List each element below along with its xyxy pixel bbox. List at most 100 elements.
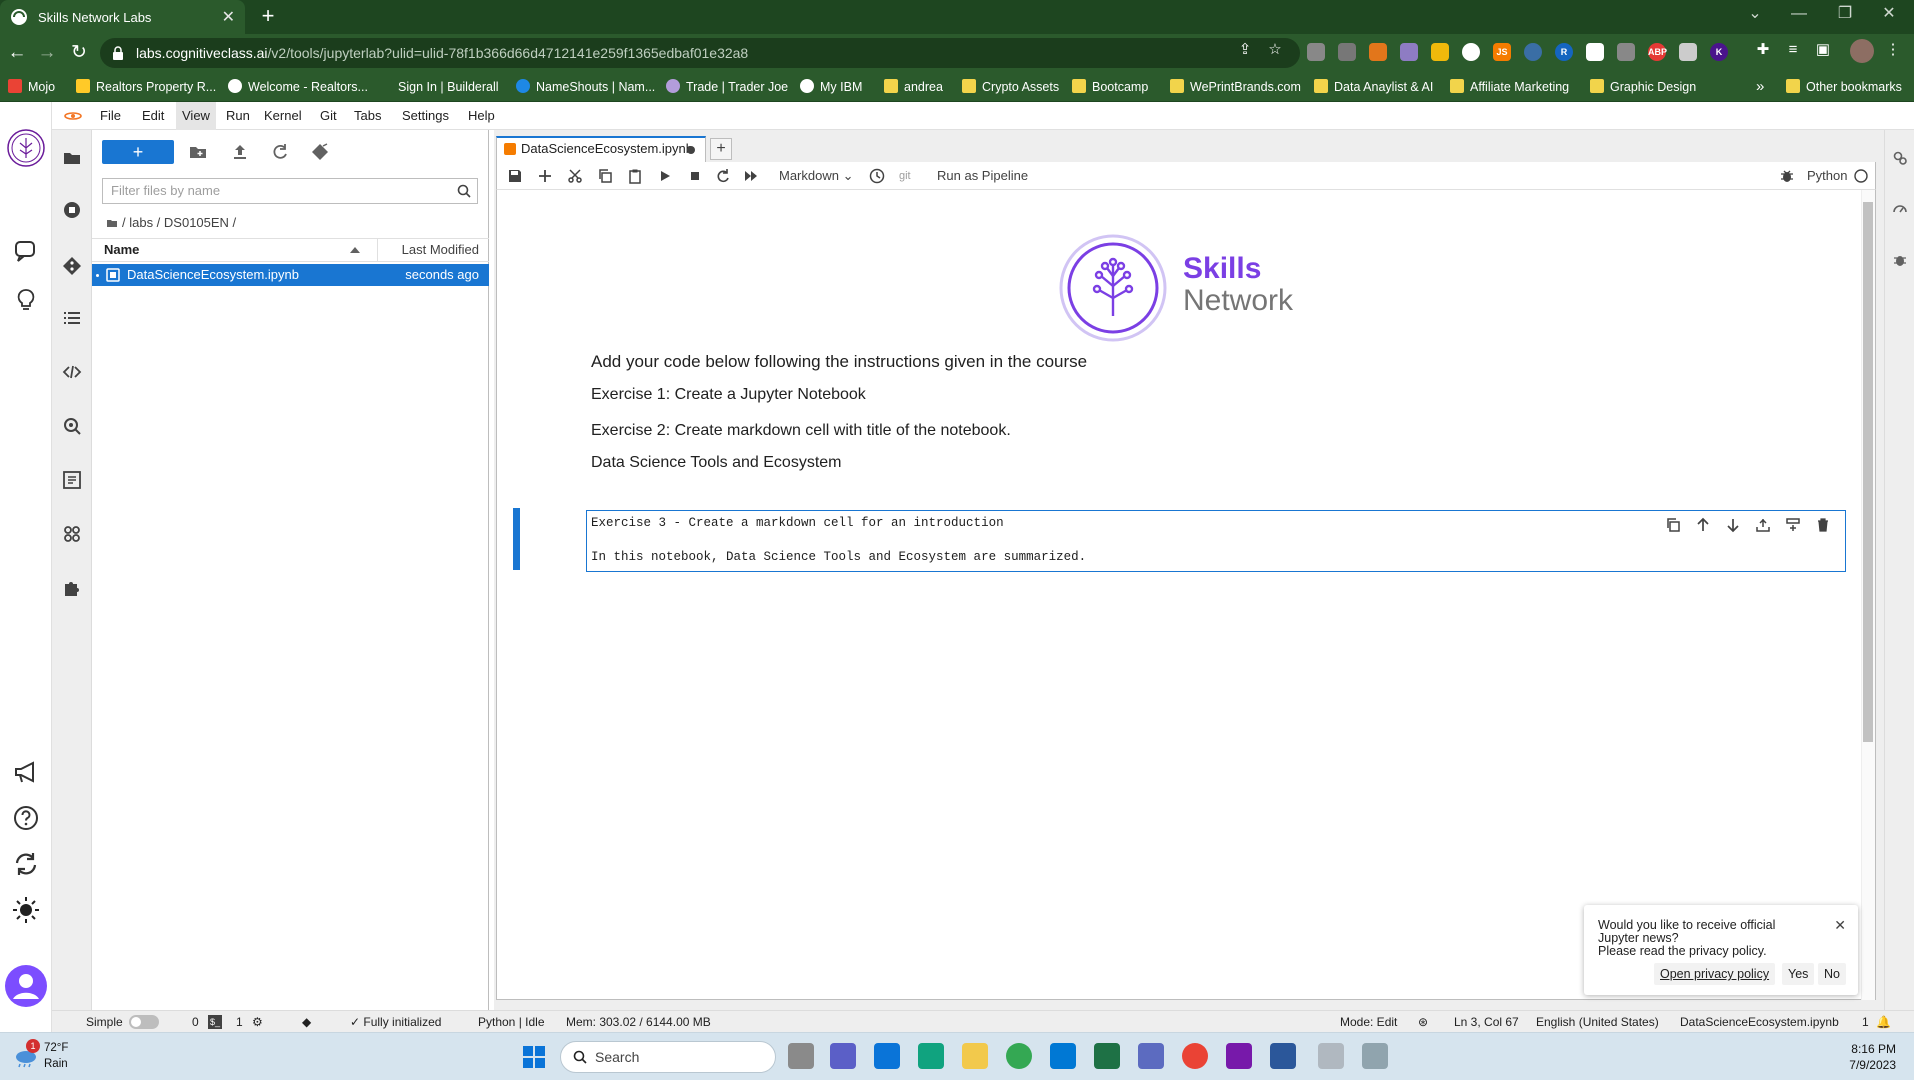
kernel-gear-icon[interactable]: ⚙ [252,1011,263,1033]
restart-kernel-icon[interactable] [715,168,731,184]
debugger-icon[interactable] [1892,252,1908,268]
trusted-icon[interactable]: ⊛ [1418,1011,1428,1033]
browser-menu-icon[interactable]: ⋮ [1884,41,1902,59]
property-inspector-icon[interactable] [62,416,82,436]
spellcheck-language[interactable]: English (United States) [1536,1011,1659,1033]
bookmark-folder[interactable]: Graphic Design [1590,72,1696,102]
chat-icon[interactable] [10,234,42,266]
extension-panel-icon[interactable] [62,470,82,490]
bookmark-item[interactable]: Sign In | Builderall [378,72,499,102]
app-icon[interactable] [1362,1043,1388,1069]
notebook-scrollbar-thumb[interactable] [1863,202,1873,742]
minimize-button[interactable]: — [1774,0,1824,30]
running-kernels-icon[interactable] [62,200,82,220]
resource-gauge-icon[interactable] [1892,200,1908,216]
kernel-status[interactable]: Python | Idle [478,1011,545,1033]
refresh-icon[interactable] [270,142,290,162]
simple-mode-toggle[interactable]: Simple [86,1011,159,1033]
file-filter-input[interactable]: Filter files by name [102,178,478,204]
camera-extension-icon[interactable] [1338,43,1356,61]
onenote-icon[interactable] [1226,1043,1252,1069]
menu-git[interactable]: Git [314,102,343,130]
folder-icon[interactable] [62,148,82,168]
file-row[interactable]: DataScienceEcosystem.ipynb seconds ago [92,264,489,286]
other-bookmarks-folder[interactable]: Other bookmarks [1786,72,1902,102]
adblock-icon[interactable]: ABP [1648,43,1667,61]
unsaved-changes-icon[interactable] [687,146,695,154]
extension-icon[interactable] [1617,43,1635,61]
binance-icon[interactable] [1431,43,1449,61]
bookmark-star-icon[interactable]: ☆ [1266,41,1284,59]
breadcrumb[interactable]: / labs / DS0105EN / [106,214,236,232]
open-privacy-policy-button[interactable]: Open privacy policy [1654,963,1776,985]
menu-help[interactable]: Help [462,102,501,130]
new-tab-button[interactable]: + [255,4,281,30]
lightbulb-icon[interactable] [10,284,42,316]
qr-extension-icon[interactable] [1586,43,1604,61]
debugger-bug-icon[interactable] [1779,168,1795,184]
cursor-position[interactable]: Ln 3, Col 67 [1454,1011,1519,1033]
menu-edit[interactable]: Edit [136,102,170,130]
bookmark-item[interactable]: NameShouts | Nam... [516,72,655,102]
interrupt-kernel-icon[interactable] [687,168,703,184]
bookmark-item[interactable]: My IBM [800,72,862,102]
media-icon[interactable]: ≡ [1784,41,1802,59]
chatgpt-icon[interactable] [918,1043,944,1069]
task-view-icon[interactable] [788,1043,814,1069]
calculator-icon[interactable] [1138,1043,1164,1069]
run-cell-icon[interactable] [657,168,673,184]
bookmark-folder[interactable]: Crypto Assets [962,72,1059,102]
restore-button[interactable]: ❐ [1820,0,1870,30]
excel-icon[interactable] [1094,1043,1120,1069]
close-notification-icon[interactable]: ✕ [1834,917,1846,934]
bookmark-folder[interactable]: Affiliate Marketing [1450,72,1569,102]
browser-tab[interactable]: Skills Network Labs ✕ [0,0,245,34]
js-extension-icon[interactable]: JS [1493,43,1511,61]
profile-avatar[interactable] [1850,39,1874,63]
user-avatar-icon[interactable] [4,964,48,1008]
bookmark-item[interactable]: Welcome - Realtors... [228,72,368,102]
bookmarks-overflow-button[interactable]: » [1756,72,1764,102]
move-cell-up-icon[interactable] [1695,517,1711,533]
extension-icon[interactable] [1462,43,1480,61]
tab-search-icon[interactable]: ⌄ [1730,0,1780,30]
notification-bell-icon[interactable]: 🔔 [1876,1011,1891,1033]
sync-icon[interactable] [10,848,42,880]
shield-extension-icon[interactable] [1679,43,1697,61]
menu-settings[interactable]: Settings [396,102,455,130]
close-window-button[interactable]: ✕ [1864,0,1914,30]
toggle-switch[interactable] [128,1015,159,1029]
file-explorer-icon[interactable] [962,1043,988,1069]
snipping-tool-icon[interactable] [1318,1043,1344,1069]
git-label[interactable]: git [899,162,911,190]
paste-icon[interactable] [627,168,643,184]
chrome-profile-icon[interactable] [1182,1043,1208,1069]
menu-view[interactable]: View [176,102,216,130]
megaphone-icon[interactable] [10,756,42,788]
metamask-icon[interactable] [1369,43,1387,61]
terminal-icon[interactable]: $_ [208,1015,222,1029]
bookmark-folder[interactable]: WePrintBrands.com [1170,72,1301,102]
git-clone-icon[interactable] [310,142,330,162]
share-icon[interactable]: ⇪ [1236,41,1254,59]
back-button[interactable]: ← [4,40,30,66]
extension-icon[interactable] [1400,43,1418,61]
extension-icon[interactable]: R [1555,43,1573,61]
taskbar-clock[interactable]: 8:16 PM 7/9/2023 [1849,1041,1896,1073]
column-name-header[interactable]: Name [104,239,139,261]
run-as-pipeline-button[interactable]: Run as Pipeline [937,162,1028,190]
extension-icon[interactable] [1524,43,1542,61]
git-status-icon[interactable]: ◆ [302,1011,311,1033]
insert-cell-above-icon[interactable] [1755,517,1771,533]
add-tab-button[interactable]: + [710,138,732,160]
puzzle-extension-manager-icon[interactable] [62,578,82,598]
menu-tabs[interactable]: Tabs [348,102,387,130]
table-of-contents-icon[interactable] [62,308,82,328]
teams-chat-icon[interactable] [830,1043,856,1069]
notebook-tab[interactable]: DataScienceEcosystem.ipynb [496,136,706,162]
notebook-scrollbar[interactable] [1861,190,1875,1000]
column-modified-header[interactable]: Last Modified [377,239,489,261]
reload-button[interactable]: ↻ [66,40,92,66]
duplicate-cell-icon[interactable] [1665,517,1681,533]
bookmark-item[interactable]: Realtors Property R... [76,72,216,102]
